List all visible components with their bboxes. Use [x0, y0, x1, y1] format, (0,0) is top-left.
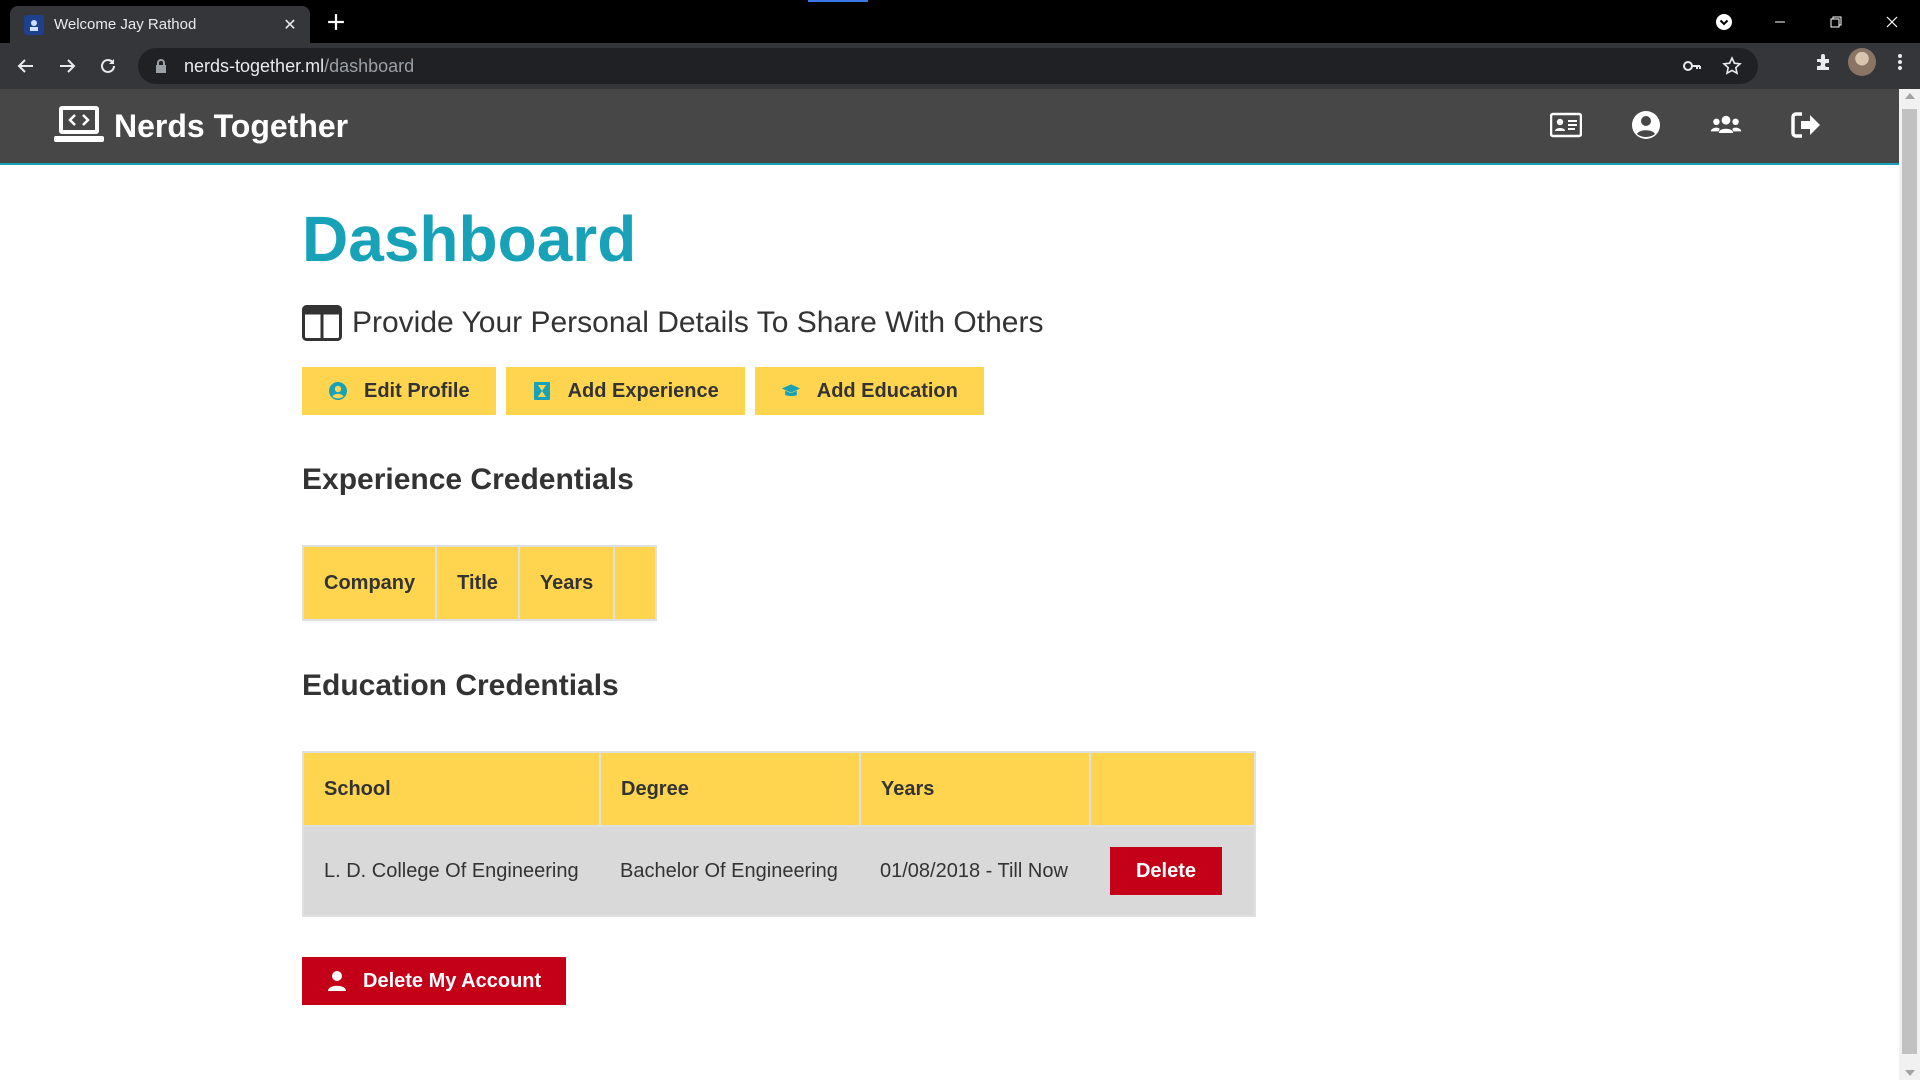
graduation-cap-icon [781, 384, 800, 396]
lock-icon [156, 59, 166, 73]
new-tab-button[interactable] [322, 8, 350, 36]
tab-strip-accent [808, 0, 868, 2]
page-scrollbar[interactable] [1899, 89, 1920, 1080]
address-bar[interactable]: nerds-together.ml/dashboard [138, 48, 1758, 84]
experience-title: Experience Credentials [302, 463, 634, 496]
education-header-degree: Degree [599, 751, 861, 827]
omnibox-actions [1682, 56, 1742, 76]
users-icon[interactable] [1708, 107, 1744, 143]
dashboard-content: Dashboard Provide Your Personal Details … [301, 165, 1802, 1005]
profile-avatar[interactable] [1848, 48, 1876, 76]
education-header-action [1089, 751, 1256, 827]
hourglass-icon [533, 382, 550, 400]
browser-toolbar: nerds-together.ml/dashboard [0, 43, 1920, 89]
education-degree-cell: Bachelor Of Engineering [600, 825, 860, 917]
back-icon[interactable] [6, 46, 46, 86]
experience-header-row: Company Title Years [301, 545, 658, 621]
education-title: Education Credentials [302, 669, 619, 702]
education-table: School Degree Years L. D. College Of Eng… [302, 751, 1256, 917]
experience-header-years: Years [517, 545, 616, 621]
scroll-up-arrow[interactable] [1905, 93, 1915, 99]
favicon-icon [24, 14, 44, 35]
scroll-thumb[interactable] [1902, 109, 1917, 1054]
sign-out-icon[interactable] [1788, 107, 1824, 143]
minimize-button[interactable] [1752, 0, 1808, 43]
dashboard-actions: Edit Profile Add Experience Add Educatio… [302, 367, 1802, 415]
education-header-school: School [302, 751, 601, 827]
star-icon[interactable] [1722, 56, 1742, 76]
add-education-button[interactable]: Add Education [754, 367, 984, 415]
tab-search-icon[interactable] [1696, 0, 1752, 43]
columns-icon [302, 305, 342, 341]
add-education-label: Add Education [816, 379, 958, 402]
delete-account-button[interactable]: Delete My Account [302, 957, 567, 1005]
education-years-cell: 01/08/2018 - Till Now [860, 825, 1090, 917]
window-controls [1696, 0, 1920, 43]
user-circle-icon[interactable] [1628, 107, 1664, 143]
browser-tab[interactable]: Welcome Jay Rathod ✕ [10, 6, 310, 43]
experience-header-action [613, 545, 658, 621]
table-row: L. D. College Of Engineering Bachelor Of… [302, 825, 1256, 917]
close-window-button[interactable] [1864, 0, 1920, 43]
app-navbar: Nerds Together [0, 89, 1899, 165]
extensions-icon[interactable] [1814, 52, 1834, 72]
experience-table: Company Title Years [301, 545, 658, 621]
edit-profile-label: Edit Profile [364, 379, 470, 402]
tab-close-icon[interactable]: ✕ [280, 15, 300, 35]
browser-tab-strip: Welcome Jay Rathod ✕ [0, 0, 1920, 43]
brand-name: Nerds Together [114, 107, 349, 144]
restore-button[interactable] [1808, 0, 1864, 43]
education-header-years: Years [859, 751, 1091, 827]
navbar-icons [1548, 107, 1824, 143]
url-host: nerds-together.ml [184, 55, 325, 76]
education-school-cell: L. D. College Of Engineering [302, 825, 600, 917]
reload-icon[interactable] [88, 46, 128, 86]
forward-icon[interactable] [47, 46, 87, 86]
laptop-code-icon [54, 106, 104, 142]
lead-text-row: Provide Your Personal Details To Share W… [302, 305, 1802, 341]
education-action-cell: Delete [1090, 825, 1256, 917]
user-icon [328, 971, 346, 991]
lead-text: Provide Your Personal Details To Share W… [352, 306, 1044, 339]
add-experience-label: Add Experience [567, 379, 719, 402]
more-menu-icon[interactable] [1890, 52, 1910, 72]
experience-header-title: Title [435, 545, 520, 621]
url-path: /dashboard [324, 55, 415, 76]
delete-account-label: Delete My Account [363, 969, 542, 992]
user-circle-icon [329, 382, 347, 400]
brand-link[interactable]: Nerds Together [54, 104, 348, 148]
id-card-icon[interactable] [1548, 107, 1584, 143]
delete-education-button[interactable]: Delete [1110, 847, 1222, 895]
add-experience-button[interactable]: Add Experience [505, 367, 745, 415]
education-header-row: School Degree Years [302, 751, 1256, 827]
experience-header-company: Company [301, 545, 438, 621]
edit-profile-button[interactable]: Edit Profile [302, 367, 496, 415]
tab-title: Welcome Jay Rathod [54, 16, 197, 33]
key-icon[interactable] [1682, 56, 1702, 76]
scroll-down-arrow[interactable] [1905, 1070, 1915, 1076]
page-title: Dashboard [302, 203, 637, 275]
toolbar-right [1814, 48, 1910, 76]
